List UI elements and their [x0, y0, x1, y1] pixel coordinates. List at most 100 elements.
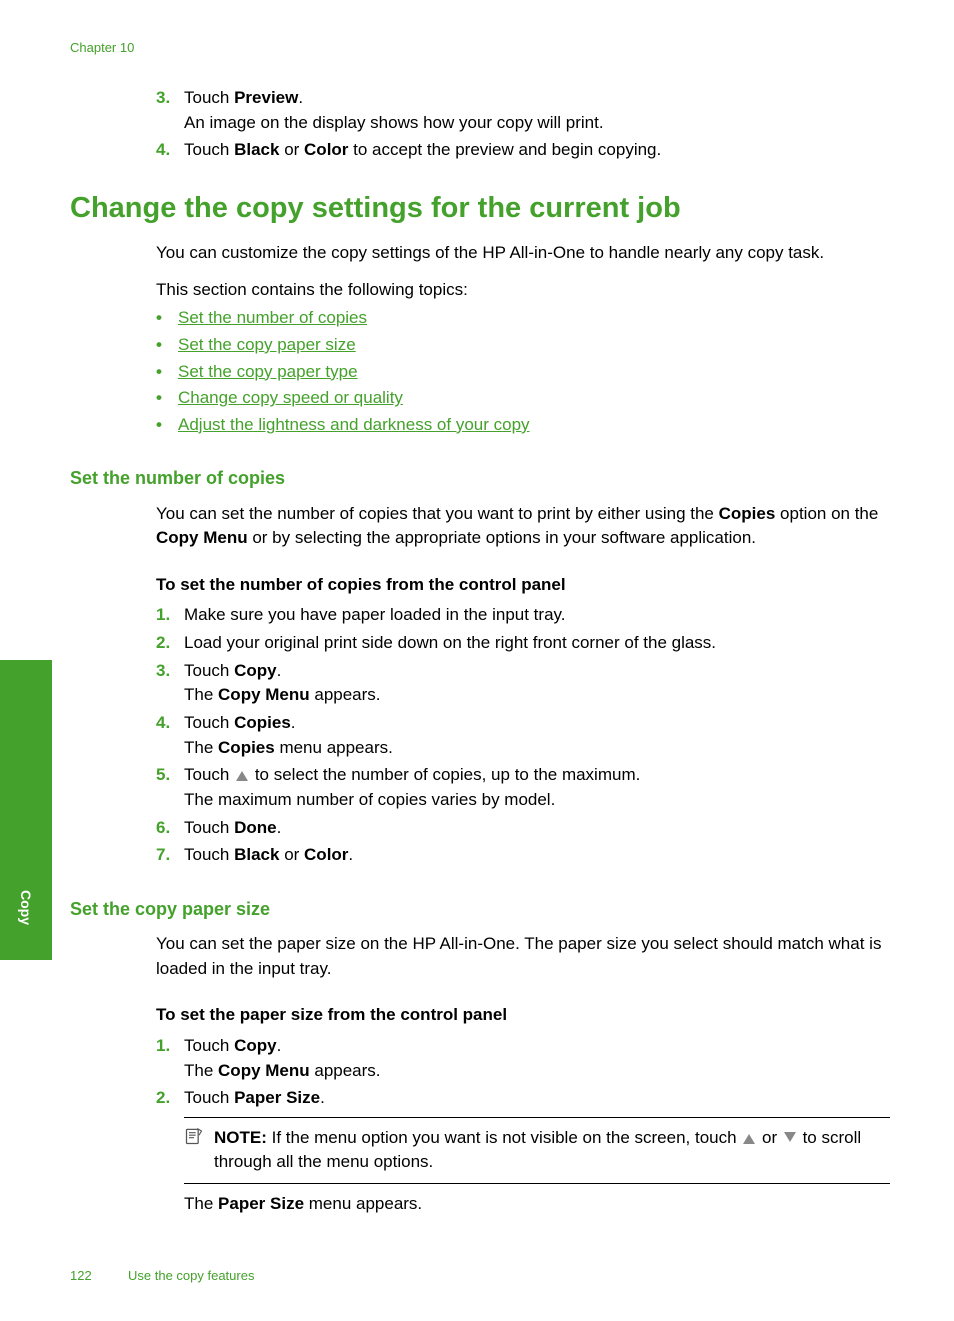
note-box: NOTE: If the menu option you want is not…	[184, 1117, 890, 1184]
step-body: Touch Black or Color to accept the previ…	[184, 138, 890, 163]
bullet-icon: •	[156, 360, 178, 385]
paragraph: You can set the paper size on the HP All…	[156, 932, 890, 981]
toc-link-set-number-copies[interactable]: Set the number of copies	[178, 308, 367, 327]
step-2: 2. Touch Paper Size. NOTE: If the menu o…	[156, 1086, 890, 1217]
bullet-icon: •	[156, 306, 178, 331]
page-number: 122	[70, 1268, 128, 1283]
chapter-label: Chapter 10	[70, 40, 134, 55]
bold-copy-menu: Copy Menu	[218, 685, 310, 704]
bold-copy-menu: Copy Menu	[218, 1061, 310, 1080]
text: The	[184, 1194, 218, 1213]
step-number: 1.	[156, 1034, 184, 1083]
up-arrow-icon	[236, 771, 248, 781]
step-7: 7. Touch Black or Color.	[156, 843, 890, 868]
heading-change-copy-settings: Change the copy settings for the current…	[70, 187, 890, 229]
text: Touch	[184, 818, 234, 837]
toc-list: •Set the number of copies •Set the copy …	[156, 306, 890, 437]
bold-copies: Copies	[234, 713, 291, 732]
up-arrow-icon	[743, 1134, 755, 1144]
step-body: Touch to select the number of copies, up…	[184, 763, 890, 812]
text: Touch	[184, 661, 234, 680]
toc-item: •Set the number of copies	[156, 306, 890, 331]
step-sub: An image on the display shows how your c…	[184, 111, 890, 136]
bold-black: Black	[234, 845, 279, 864]
text: or by selecting the appropriate options …	[248, 528, 756, 547]
toc-item: •Adjust the lightness and darkness of yo…	[156, 413, 890, 438]
text: .	[277, 661, 282, 680]
text: Touch	[184, 1036, 234, 1055]
text: menu appears.	[304, 1194, 422, 1213]
text: to accept the preview and begin copying.	[348, 140, 661, 159]
heading-set-paper-size: Set the copy paper size	[70, 896, 890, 922]
text: Touch	[184, 88, 234, 107]
intro-steps: 3. Touch Preview. An image on the displa…	[156, 86, 890, 163]
step-1: 1. Make sure you have paper loaded in th…	[156, 603, 890, 628]
text: The	[184, 1061, 218, 1080]
toc-item: •Change copy speed or quality	[156, 386, 890, 411]
paragraph: You can customize the copy settings of t…	[156, 241, 890, 266]
step-number: 5.	[156, 763, 184, 812]
down-arrow-icon	[784, 1132, 796, 1142]
footer: 122Use the copy features	[70, 1268, 254, 1283]
step-4: 4. Touch Black or Color to accept the pr…	[156, 138, 890, 163]
step-2: 2. Load your original print side down on…	[156, 631, 890, 656]
procedure-title: To set the number of copies from the con…	[156, 573, 890, 598]
step-body: Load your original print side down on th…	[184, 631, 890, 656]
bullet-icon: •	[156, 333, 178, 358]
paragraph: You can set the number of copies that yo…	[156, 502, 890, 551]
step-3: 3. Touch Copy. The Copy Menu appears.	[156, 659, 890, 708]
step-number: 4.	[156, 138, 184, 163]
toc-item: •Set the copy paper size	[156, 333, 890, 358]
step-body: Touch Copy. The Copy Menu appears.	[184, 1034, 890, 1083]
toc-link-change-speed-quality[interactable]: Change copy speed or quality	[178, 388, 403, 407]
step-body: Touch Preview. An image on the display s…	[184, 86, 890, 135]
toc-link-set-paper-size[interactable]: Set the copy paper size	[178, 335, 356, 354]
side-tab-label: Copy	[18, 890, 34, 925]
step-body: Touch Paper Size. NOTE: If the menu opti…	[184, 1086, 890, 1217]
section-set-paper-size: You can set the paper size on the HP All…	[156, 932, 890, 1217]
bold-paper-size: Paper Size	[234, 1088, 320, 1107]
text: appears.	[310, 1061, 381, 1080]
text: The	[184, 685, 218, 704]
step-number: 6.	[156, 816, 184, 841]
section-set-number-copies: You can set the number of copies that yo…	[156, 502, 890, 868]
text: or	[757, 1128, 782, 1147]
step-4: 4. Touch Copies. The Copies menu appears…	[156, 711, 890, 760]
toc-item: •Set the copy paper type	[156, 360, 890, 385]
text: You can set the number of copies that yo…	[156, 504, 719, 523]
note-icon	[184, 1126, 214, 1175]
step-body: Touch Done.	[184, 816, 890, 841]
step-sub: The Copy Menu appears.	[184, 683, 890, 708]
text: .	[277, 818, 282, 837]
text: .	[348, 845, 353, 864]
step-body: Touch Copies. The Copies menu appears.	[184, 711, 890, 760]
step-3: 3. Touch Preview. An image on the displa…	[156, 86, 890, 135]
text: Touch	[184, 140, 234, 159]
bold-color: Color	[304, 845, 348, 864]
text: .	[277, 1036, 282, 1055]
bullet-icon: •	[156, 413, 178, 438]
step-5: 5. Touch to select the number of copies,…	[156, 763, 890, 812]
text: menu appears.	[275, 738, 393, 757]
step-number: 3.	[156, 86, 184, 135]
step-number: 3.	[156, 659, 184, 708]
text: Touch	[184, 845, 234, 864]
note-label: NOTE:	[214, 1128, 267, 1147]
step-sub: The maximum number of copies varies by m…	[184, 788, 890, 813]
step-sub: The Paper Size menu appears.	[184, 1192, 890, 1217]
toc-link-set-paper-type[interactable]: Set the copy paper type	[178, 362, 358, 381]
step-6: 6. Touch Done.	[156, 816, 890, 841]
text: If the menu option you want is not visib…	[267, 1128, 741, 1147]
heading-set-number-copies: Set the number of copies	[70, 465, 890, 491]
section-intro: You can customize the copy settings of t…	[156, 241, 890, 437]
toc-link-adjust-lightness[interactable]: Adjust the lightness and darkness of you…	[178, 415, 530, 434]
step-sub: The Copies menu appears.	[184, 736, 890, 761]
bold-copy: Copy	[234, 661, 277, 680]
text: .	[298, 88, 303, 107]
bold-copy-menu: Copy Menu	[156, 528, 248, 547]
bold-color: Color	[304, 140, 348, 159]
bold-paper-size: Paper Size	[218, 1194, 304, 1213]
step-body: Touch Copy. The Copy Menu appears.	[184, 659, 890, 708]
text: option on the	[775, 504, 878, 523]
footer-title: Use the copy features	[128, 1268, 254, 1283]
